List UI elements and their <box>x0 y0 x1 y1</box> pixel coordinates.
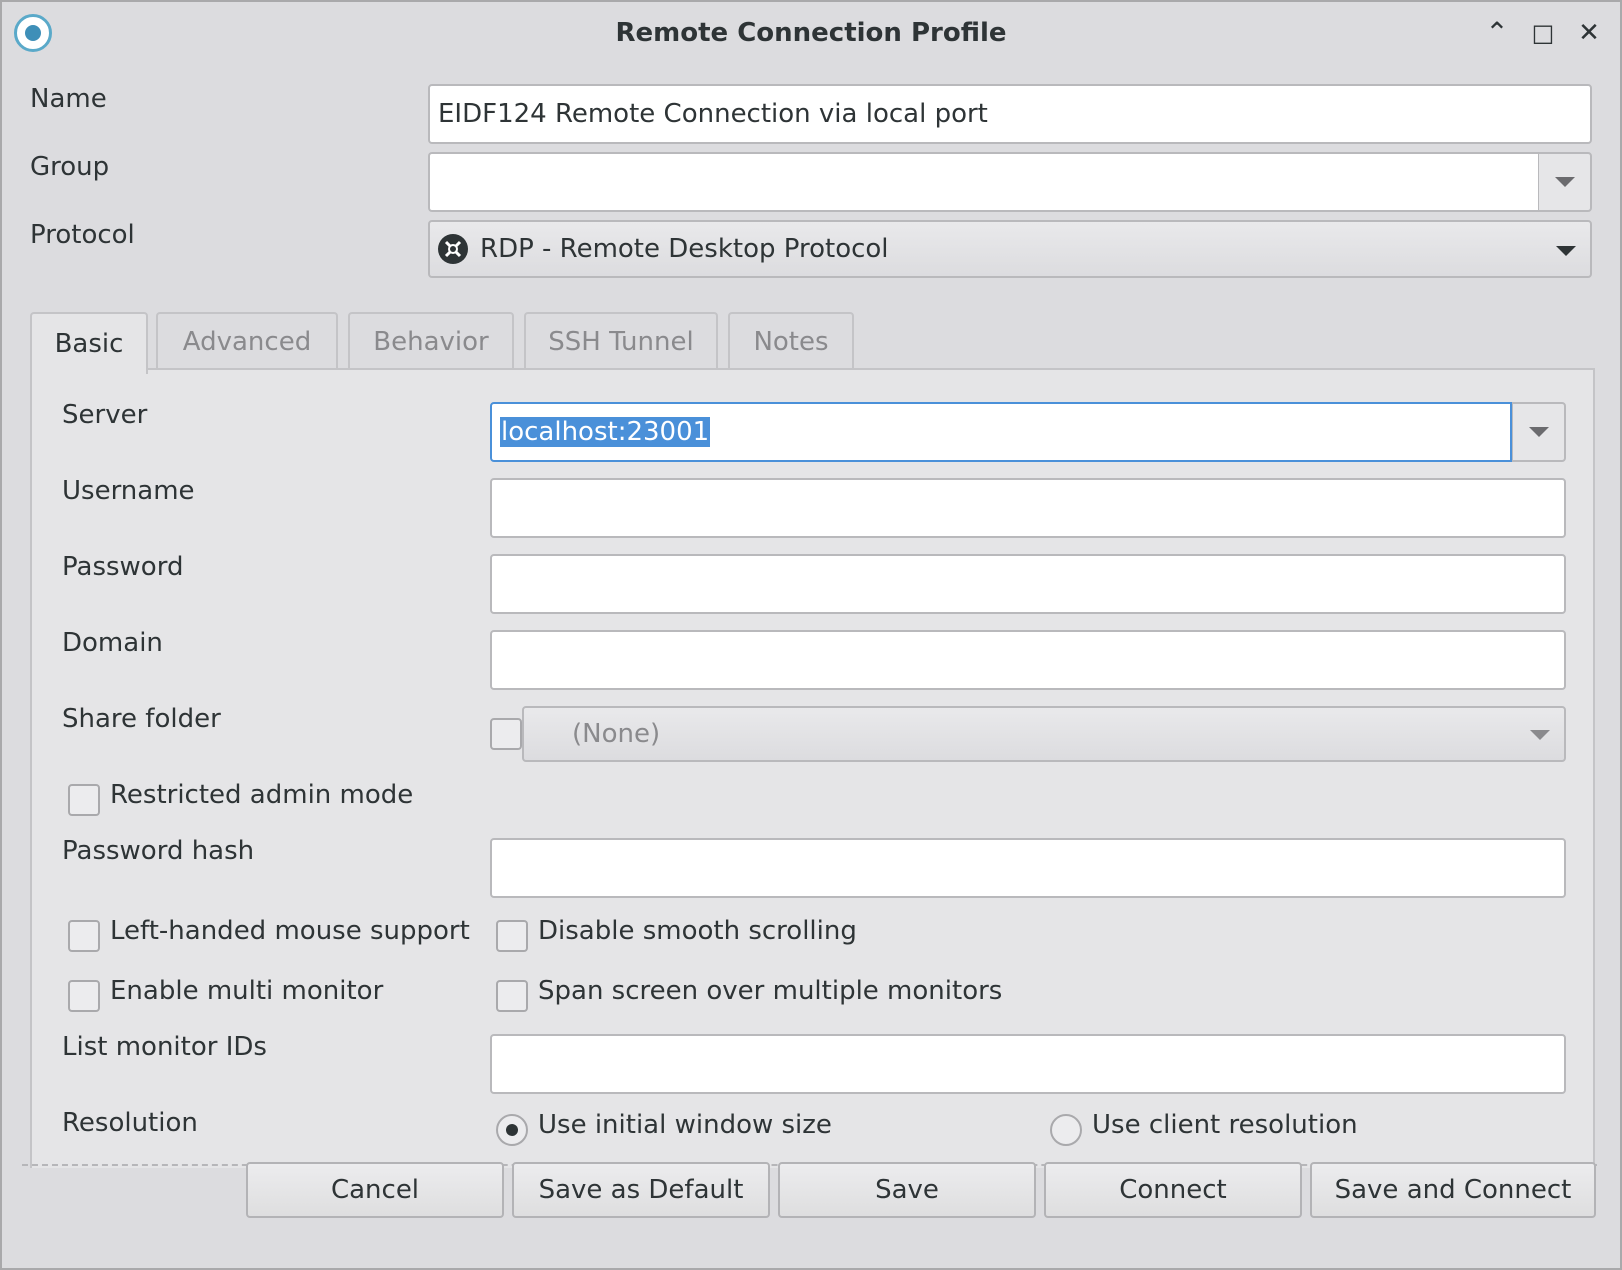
username-label: Username <box>62 476 195 506</box>
dialog-window: Remote Connection Profile ⌃ □ ✕ Name EID… <box>0 0 1622 1270</box>
cancel-button-label: Cancel <box>330 1175 420 1205</box>
restricted-admin-checkbox[interactable] <box>68 784 100 816</box>
save-button[interactable]: Save <box>778 1162 1036 1218</box>
protocol-value: RDP - Remote Desktop Protocol <box>480 234 889 264</box>
save-and-connect-button[interactable]: Save and Connect <box>1310 1162 1596 1218</box>
resolution-initial-radio[interactable] <box>496 1114 528 1146</box>
name-value: EIDF124 Remote Connection via local port <box>438 99 988 129</box>
save-button-label: Save <box>875 1175 939 1205</box>
chevron-down-icon <box>1556 246 1576 256</box>
restricted-admin-label[interactable]: Restricted admin mode <box>110 780 413 810</box>
disable-smooth-checkbox[interactable] <box>496 920 528 952</box>
share-folder-checkbox[interactable] <box>490 718 522 750</box>
tab-behavior[interactable]: Behavior <box>348 312 514 370</box>
tab-ssh-tunnel[interactable]: SSH Tunnel <box>524 312 718 370</box>
username-input[interactable] <box>490 478 1566 538</box>
chevron-down-icon <box>1528 427 1549 437</box>
tab-behavior-label: Behavior <box>373 327 489 357</box>
close-icon[interactable]: ✕ <box>1572 16 1606 50</box>
left-handed-checkbox[interactable] <box>68 920 100 952</box>
tab-basic[interactable]: Basic <box>30 312 148 374</box>
rdp-icon <box>438 234 468 264</box>
save-as-default-button[interactable]: Save as Default <box>512 1162 770 1218</box>
tab-basic-label: Basic <box>54 329 124 359</box>
span-screen-checkbox[interactable] <box>496 980 528 1012</box>
minimize-icon[interactable]: ⌃ <box>1480 16 1514 50</box>
group-label: Group <box>30 152 110 182</box>
resolution-client-label[interactable]: Use client resolution <box>1092 1110 1358 1140</box>
chevron-down-icon <box>1530 730 1550 740</box>
list-monitor-label: List monitor IDs <box>62 1032 267 1062</box>
name-input[interactable]: EIDF124 Remote Connection via local port <box>428 84 1592 144</box>
cancel-button[interactable]: Cancel <box>246 1162 504 1218</box>
server-dropdown-button[interactable] <box>1512 402 1566 462</box>
connect-button-label: Connect <box>1119 1175 1227 1205</box>
save-and-connect-button-label: Save and Connect <box>1334 1175 1572 1205</box>
group-dropdown-button[interactable] <box>1538 152 1592 212</box>
protocol-label: Protocol <box>30 220 135 250</box>
maximize-icon[interactable]: □ <box>1526 16 1560 50</box>
title-bar[interactable]: Remote Connection Profile ⌃ □ ✕ <box>2 2 1620 66</box>
disable-smooth-label[interactable]: Disable smooth scrolling <box>538 916 857 946</box>
share-folder-value: (None) <box>572 719 661 749</box>
share-folder-label: Share folder <box>62 704 221 734</box>
password-hash-label: Password hash <box>62 836 255 866</box>
server-value: localhost:23001 <box>500 417 711 447</box>
chevron-down-icon <box>1554 177 1575 187</box>
server-label: Server <box>62 400 148 430</box>
tab-notes[interactable]: Notes <box>728 312 854 370</box>
left-handed-label[interactable]: Left-handed mouse support <box>110 916 470 946</box>
tab-ssh-tunnel-label: SSH Tunnel <box>548 327 694 357</box>
server-input[interactable]: localhost:23001 <box>490 402 1512 462</box>
list-monitor-input[interactable] <box>490 1034 1566 1094</box>
tab-advanced-label: Advanced <box>182 327 312 357</box>
connect-button[interactable]: Connect <box>1044 1162 1302 1218</box>
group-input[interactable] <box>428 152 1540 212</box>
domain-label: Domain <box>62 628 163 658</box>
resolution-client-radio[interactable] <box>1050 1114 1082 1146</box>
save-as-default-button-label: Save as Default <box>538 1175 744 1205</box>
multi-monitor-label[interactable]: Enable multi monitor <box>110 976 383 1006</box>
basic-tab-panel: Server localhost:23001 Username Password… <box>30 368 1595 1168</box>
password-label: Password <box>62 552 184 582</box>
share-folder-select[interactable]: (None) <box>522 706 1566 762</box>
name-label: Name <box>30 84 107 114</box>
resolution-label: Resolution <box>62 1108 198 1138</box>
tab-notes-label: Notes <box>753 327 829 357</box>
window-title: Remote Connection Profile <box>615 18 1007 48</box>
span-screen-label[interactable]: Span screen over multiple monitors <box>538 976 1002 1006</box>
protocol-select[interactable]: RDP - Remote Desktop Protocol <box>428 220 1592 278</box>
password-hash-input[interactable] <box>490 838 1566 898</box>
tab-advanced[interactable]: Advanced <box>156 312 338 370</box>
multi-monitor-checkbox[interactable] <box>68 980 100 1012</box>
resolution-initial-label[interactable]: Use initial window size <box>538 1110 832 1140</box>
password-input[interactable] <box>490 554 1566 614</box>
domain-input[interactable] <box>490 630 1566 690</box>
